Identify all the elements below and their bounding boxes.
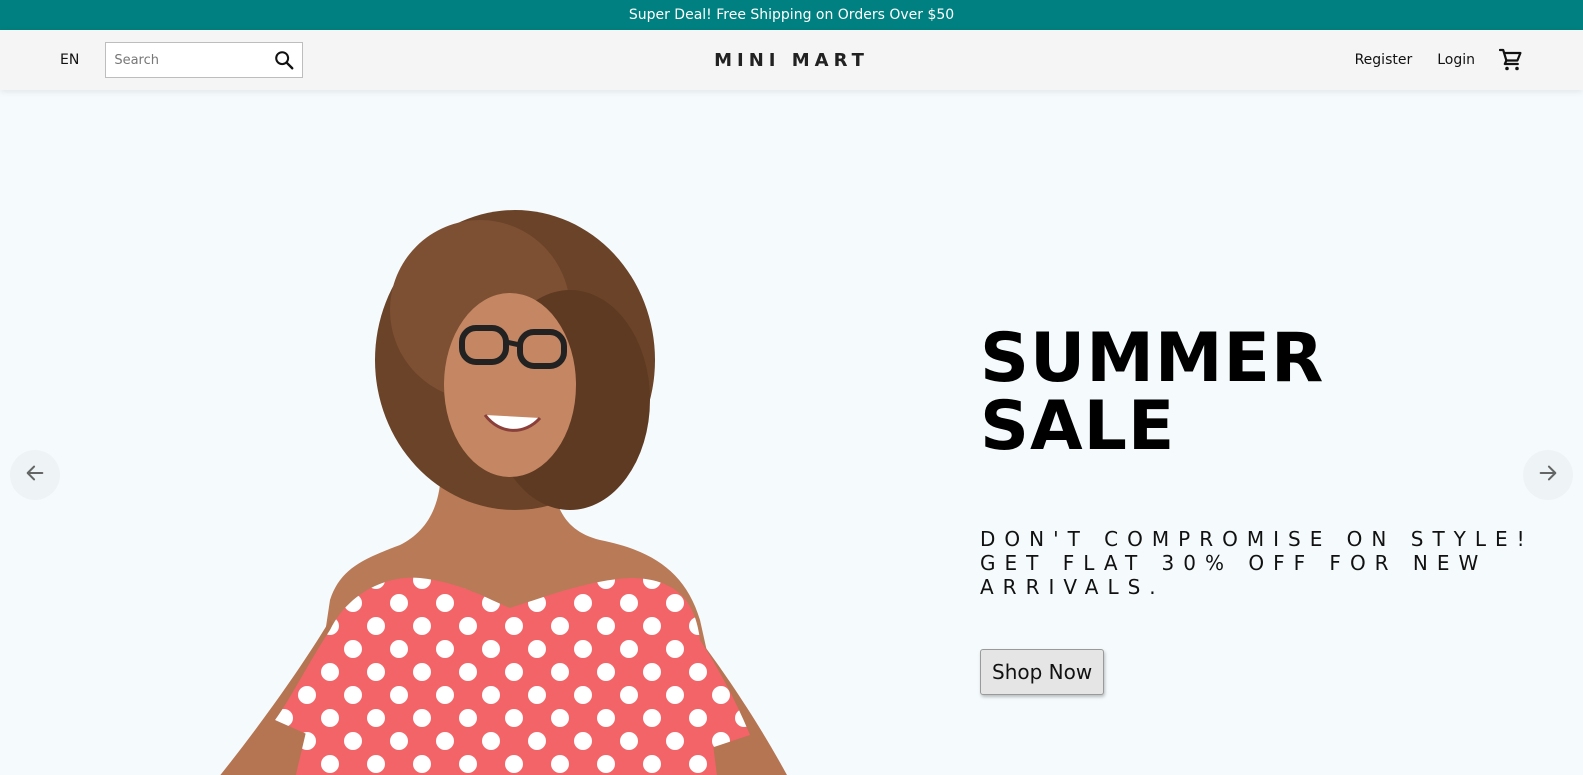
- login-link[interactable]: Login: [1437, 52, 1475, 68]
- search-input[interactable]: [112, 51, 273, 69]
- navbar: EN MINI MART Register Login: [0, 30, 1583, 90]
- language-selector[interactable]: EN: [60, 52, 79, 68]
- navbar-right: Register Login: [1330, 30, 1523, 90]
- arrow-right-icon: [1537, 462, 1559, 488]
- search-icon[interactable]: [272, 48, 296, 72]
- slider-next-button[interactable]: [1523, 450, 1573, 500]
- announcement-text: Super Deal! Free Shipping on Orders Over…: [628, 7, 955, 23]
- hero-slider: SUMMER SALE DON'T COMPROMISE ON STYLE! G…: [0, 90, 1583, 775]
- slider-prev-button[interactable]: [10, 450, 60, 500]
- arrow-left-icon: [24, 462, 46, 488]
- navbar-left: EN: [60, 30, 304, 90]
- cart-icon[interactable]: [1499, 48, 1523, 72]
- search-container: [105, 42, 304, 78]
- logo[interactable]: MINI MART: [714, 50, 869, 71]
- slide-title: SUMMER SALE: [980, 319, 1325, 466]
- slide-description: DON'T COMPROMISE ON STYLE! GET FLAT 30% …: [980, 527, 1534, 599]
- slide-info: SUMMER SALE DON'T COMPROMISE ON STYLE! G…: [980, 325, 1540, 695]
- announcement-bar: Super Deal! Free Shipping on Orders Over…: [0, 0, 1583, 30]
- register-link[interactable]: Register: [1355, 52, 1413, 68]
- shop-now-button[interactable]: Shop Now: [980, 649, 1105, 695]
- hero-model-image: [220, 210, 787, 775]
